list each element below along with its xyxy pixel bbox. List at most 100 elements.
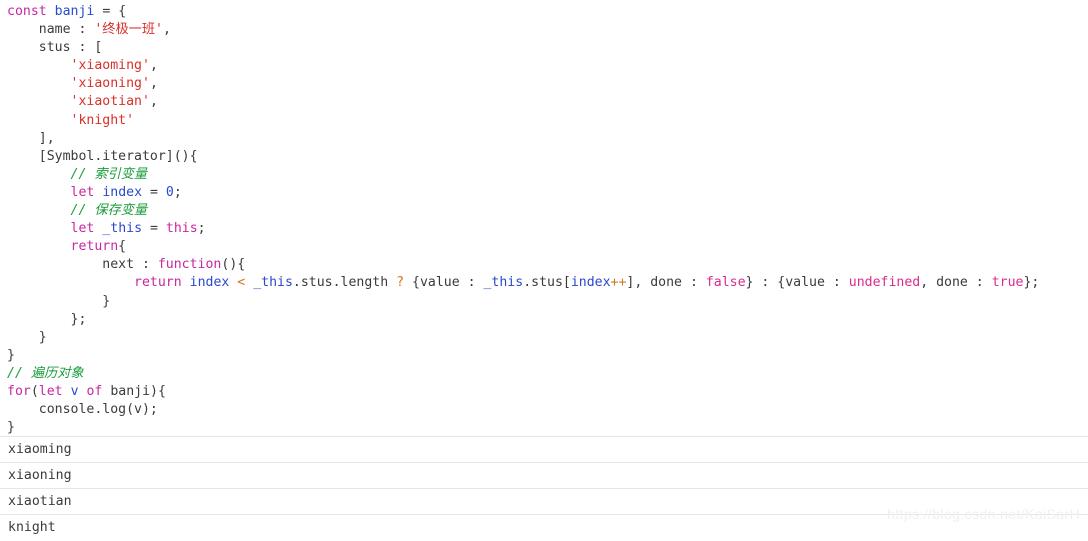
code-token-var: index — [570, 275, 611, 291]
code-token-var: _this — [253, 275, 293, 291]
code-editor-pane[interactable]: const banji = { name : '终极一班', stus : [ … — [0, 0, 1088, 436]
code-line: } — [0, 293, 1088, 311]
console-output-row: xiaoning — [0, 462, 1088, 488]
code-token-lit: false — [705, 275, 746, 291]
code-line: [Symbol.iterator](){ — [0, 148, 1088, 166]
code-token-str: 'xiaoming' — [70, 58, 150, 74]
code-token-plain: name : — [38, 22, 95, 38]
code-token-plain: ( — [30, 383, 39, 399]
code-token-kw: let — [70, 184, 95, 200]
code-token-plain: } — [38, 329, 47, 345]
code-token-plain: { — [110, 4, 127, 19]
code-token-plain: } — [102, 293, 111, 309]
code-token-plain: } — [7, 347, 15, 363]
code-line: } — [0, 329, 1088, 347]
code-line: }; — [0, 311, 1088, 329]
code-line: let _this = this; — [0, 220, 1088, 238]
code-token-kw: const — [7, 4, 47, 19]
code-line: next : function(){ — [0, 256, 1088, 274]
code-line: return{ — [0, 238, 1088, 256]
code-token-var: banji — [54, 4, 95, 19]
code-token-kw: function — [157, 257, 222, 273]
code-token-kw: let — [38, 383, 63, 399]
code-token-plain: next : — [102, 257, 158, 273]
code-token-var: v — [70, 383, 79, 399]
code-token-cn-str: '终极一班' — [94, 22, 163, 38]
code-line: stus : [ — [0, 39, 1088, 57]
code-token-plain: {value : — [404, 275, 484, 291]
code-token-plain: stus : [ — [38, 40, 103, 56]
code-token-cmt: // 遍历对象 — [7, 365, 84, 381]
code-line: // 保存变量 — [0, 202, 1088, 220]
code-token-kw: let — [70, 221, 95, 237]
code-token-var: _this — [483, 275, 524, 291]
code-token-plain: { — [118, 239, 127, 255]
code-line: } — [0, 347, 1088, 365]
code-token-plain: = — [149, 221, 158, 237]
code-line: 'knight' — [0, 112, 1088, 130]
code-token-var: index — [189, 275, 230, 291]
code-token-plain: .stus.length — [292, 275, 397, 291]
code-token-plain: } : {value : — [745, 275, 849, 291]
code-line: ], — [0, 130, 1088, 148]
code-token-plain: , done : — [920, 275, 992, 291]
code-line: console.log(v); — [0, 401, 1088, 419]
code-token-kw: for — [7, 383, 31, 399]
code-token-lit: undefined — [848, 275, 921, 291]
code-token-lit: true — [991, 275, 1024, 291]
code-line: let index = 0; — [0, 184, 1088, 202]
code-token-plain: console.log(v); — [38, 402, 158, 418]
code-token-plain: }; — [70, 311, 87, 327]
code-token-var: index — [102, 184, 143, 200]
code-line: 'xiaoning', — [0, 75, 1088, 93]
code-token-kw: this — [165, 221, 198, 237]
code-line: for(let v of banji){ — [0, 383, 1088, 401]
code-token-plain: ; — [197, 221, 206, 237]
code-token-var: _this — [102, 221, 143, 237]
code-token-plain: , — [149, 58, 158, 74]
code-token-plain: [Symbol.iterator](){ — [38, 148, 198, 164]
code-token-plain: , — [149, 94, 158, 110]
code-token-var: 0 — [165, 184, 174, 200]
code-token-cmt: // 保存变量 — [70, 203, 148, 219]
code-token-kw: return — [134, 275, 182, 291]
code-token-op: ? — [396, 275, 405, 291]
code-token-plain: }; — [1023, 275, 1040, 291]
code-token-plain: } — [7, 420, 15, 436]
console-output-pane: xiaoming xiaoning xiaotian knight — [0, 436, 1088, 536]
code-line: // 索引变量 — [0, 166, 1088, 184]
code-line: return index < _this.stus.length ? {valu… — [0, 274, 1088, 292]
code-token-cmt: // 索引变量 — [70, 166, 148, 182]
console-output-row: knight — [0, 514, 1088, 540]
code-token-plain: ], — [38, 130, 55, 146]
code-line: 'xiaoming', — [0, 57, 1088, 75]
code-token-kw: return — [70, 239, 119, 255]
code-token-kw: of — [86, 383, 103, 399]
code-token-plain: = — [149, 184, 158, 200]
code-token-plain: banji — [110, 383, 151, 399]
